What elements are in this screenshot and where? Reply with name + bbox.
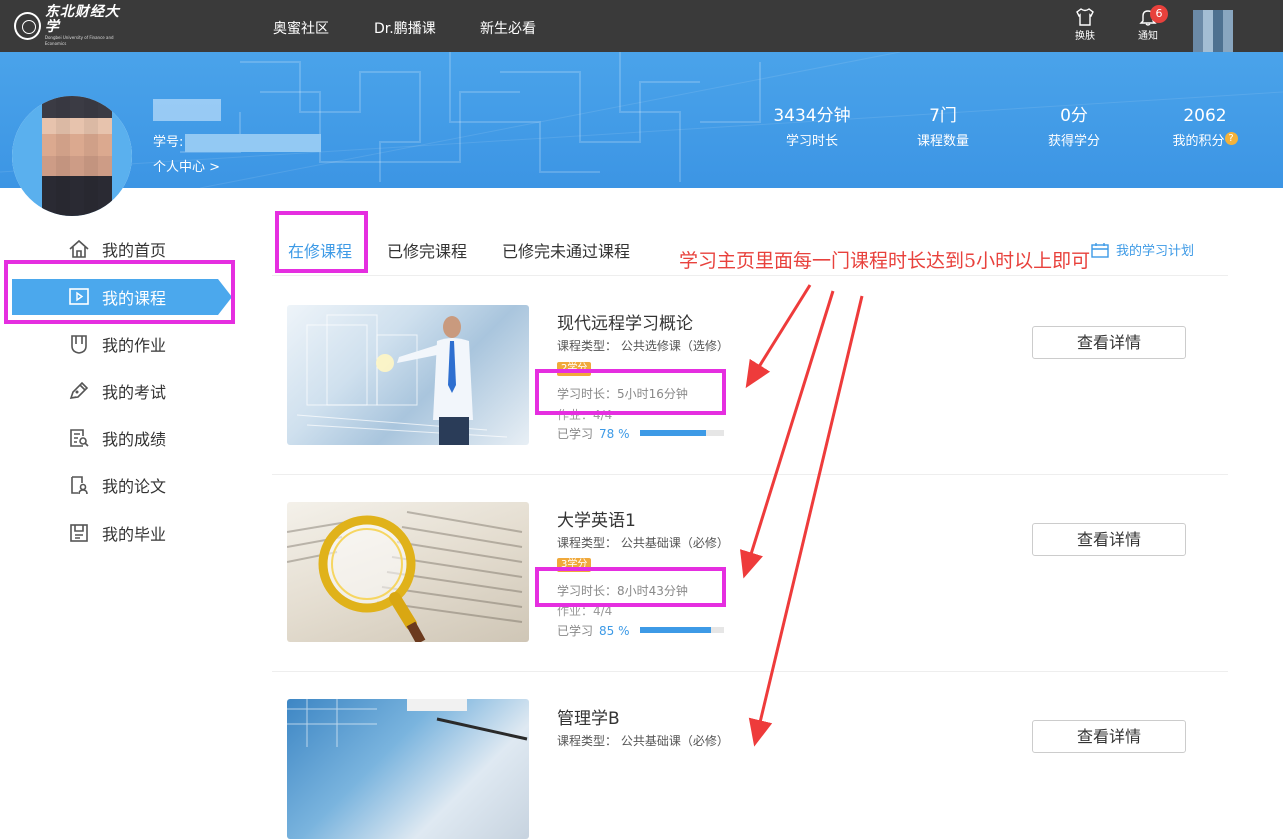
businessman-hologram-image xyxy=(296,314,508,445)
shirt-icon xyxy=(1076,8,1094,26)
sidebar-item-label: 我的毕业 xyxy=(102,525,167,544)
notify-button[interactable]: 通知 6 xyxy=(1130,5,1168,42)
view-details-button[interactable]: 查看详情 xyxy=(1032,720,1186,753)
university-logo[interactable]: 东北财经大学 Dongbei University of Finance and… xyxy=(14,5,132,46)
thesis-icon xyxy=(71,476,88,495)
notify-label: 通知 xyxy=(1138,31,1158,42)
homework-icon xyxy=(71,335,87,354)
grades-icon xyxy=(70,429,89,447)
study-plan-link[interactable]: 我的学习计划 xyxy=(1090,240,1194,259)
sidebar-item-label: 我的论文 xyxy=(102,477,167,496)
progress-bar xyxy=(640,627,724,633)
student-id: 学号: xyxy=(153,131,322,152)
calendar-icon xyxy=(1091,242,1109,258)
tabs-divider xyxy=(272,275,1228,276)
course-type: 课程类型： 公共基础课（必修） xyxy=(557,536,729,550)
user-avatar[interactable] xyxy=(1193,10,1233,52)
stat-label: 我的积分 xyxy=(1172,134,1225,149)
stat-value: 3434分钟 xyxy=(773,106,851,126)
university-seal-icon xyxy=(14,12,41,40)
progress-bar-fill xyxy=(640,627,712,633)
course-type: 课程类型： 公共基础课（必修） xyxy=(557,734,729,748)
progress-percent: 78 % xyxy=(599,426,630,441)
logo-subtitle: Dongbei University of Finance and Econom… xyxy=(44,35,114,46)
highlight-study-time-2 xyxy=(535,567,726,607)
sidebar-item-label: 我的作业 xyxy=(102,336,167,355)
sidebar-item-homework[interactable]: 我的作业 xyxy=(68,326,166,362)
progress-percent: 85 % xyxy=(599,623,630,638)
stat-credits: 0分 获得学分 xyxy=(1019,105,1129,149)
notify-count-badge: 6 xyxy=(1150,5,1168,23)
sidebar-item-label: 我的首页 xyxy=(102,241,167,260)
course-name[interactable]: 管理学B xyxy=(557,704,620,729)
tab-completed-failed[interactable]: 已修完未通过课程 xyxy=(502,238,630,262)
user-name-blurred xyxy=(153,99,221,121)
progress-label: 已学习 xyxy=(557,624,594,638)
nav-link-dr-course[interactable]: Dr.鹏播课 xyxy=(374,18,436,38)
home-icon xyxy=(69,239,89,258)
course-type: 课程类型： 公共选修课（选修） xyxy=(557,339,729,353)
progress-label: 已学习 xyxy=(557,427,594,441)
nav-link-community[interactable]: 奥蜜社区 xyxy=(273,18,329,38)
course-thumbnail[interactable] xyxy=(287,305,529,445)
stat-label: 学习时长 xyxy=(785,134,838,149)
row-divider xyxy=(272,671,1228,672)
personal-center-link[interactable]: 个人中心 > xyxy=(153,156,220,175)
stat-label: 课程数量 xyxy=(916,134,969,149)
magnifier-book-image xyxy=(287,511,523,642)
highlight-study-time-1 xyxy=(535,369,726,415)
stat-value: 7门 xyxy=(929,106,957,126)
course-thumbnail[interactable] xyxy=(287,699,529,839)
skin-label: 换肤 xyxy=(1075,31,1095,42)
graduation-icon xyxy=(70,524,88,542)
sidebar-item-exam[interactable]: 我的考试 xyxy=(68,373,166,409)
student-id-blurred xyxy=(185,133,322,152)
sidebar-item-graduation[interactable]: 我的毕业 xyxy=(68,515,166,551)
stat-value: 2062 xyxy=(1183,106,1227,126)
sidebar-item-label: 我的考试 xyxy=(102,383,167,402)
exam-icon xyxy=(69,381,89,399)
stat-label: 获得学分 xyxy=(1047,134,1100,149)
annotation-note: 学习主页里面每一门课程时长达到5小时以上即可 xyxy=(679,250,1091,272)
skin-button[interactable]: 换肤 xyxy=(1067,8,1103,42)
course-thumbnail[interactable] xyxy=(287,502,529,642)
stat-points: 2062 我的积分? xyxy=(1150,105,1260,149)
view-details-button[interactable]: 查看详情 xyxy=(1032,523,1186,556)
progress-text: 已学习 85 % xyxy=(557,622,630,639)
stat-value: 0分 xyxy=(1060,106,1088,126)
progress-bar xyxy=(640,430,724,436)
office-desk-image xyxy=(287,699,528,747)
highlight-my-courses xyxy=(4,260,235,324)
logo-title: 东北财经大学 xyxy=(44,4,120,35)
sidebar-item-thesis[interactable]: 我的论文 xyxy=(68,467,166,503)
stat-label-wrap: 我的积分? xyxy=(1150,130,1260,149)
sidebar-item-grades[interactable]: 我的成绩 xyxy=(68,420,166,456)
progress-bar-fill xyxy=(640,430,706,436)
course-name[interactable]: 现代远程学习概论 xyxy=(557,309,693,334)
view-details-button[interactable]: 查看详情 xyxy=(1032,326,1186,359)
student-id-label: 学号: xyxy=(153,135,184,150)
row-divider xyxy=(272,474,1228,475)
progress-text: 已学习 78 % xyxy=(557,425,630,442)
stat-course-count: 7门 课程数量 xyxy=(888,105,998,149)
highlight-in-progress-tab xyxy=(275,211,368,273)
sidebar-item-label: 我的成绩 xyxy=(102,430,167,449)
study-plan-label: 我的学习计划 xyxy=(1116,244,1195,259)
top-nav-bar: 东北财经大学 Dongbei University of Finance and… xyxy=(0,0,1283,52)
tab-completed[interactable]: 已修完课程 xyxy=(387,238,467,262)
stat-study-time: 3434分钟 学习时长 xyxy=(757,105,867,149)
nav-link-freshman[interactable]: 新生必看 xyxy=(480,18,536,38)
profile-avatar[interactable] xyxy=(12,96,132,216)
help-icon[interactable]: ? xyxy=(1224,132,1238,145)
course-name[interactable]: 大学英语1 xyxy=(557,506,636,531)
